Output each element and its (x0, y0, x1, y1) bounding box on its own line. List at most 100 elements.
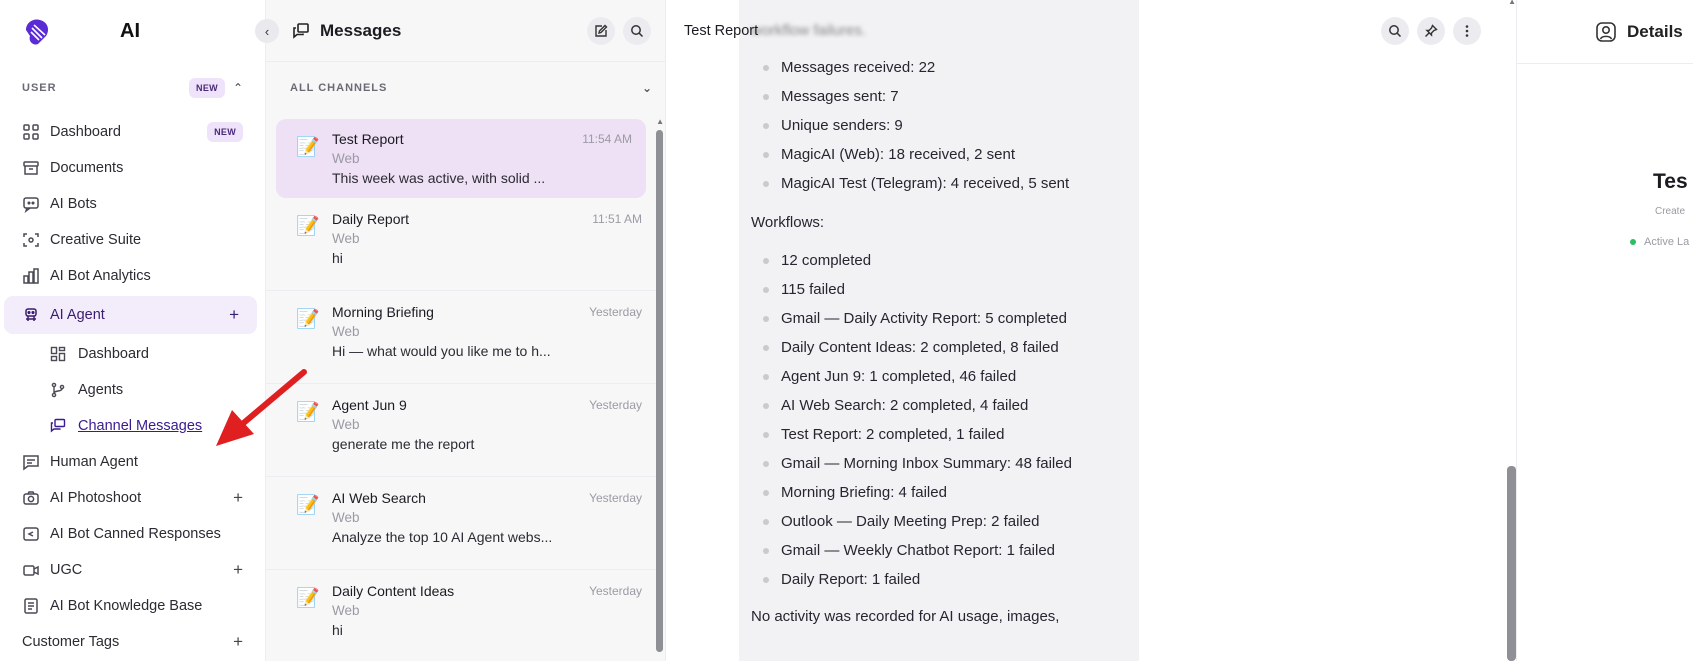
messages-icon (50, 418, 66, 433)
user-square-icon (1596, 21, 1616, 42)
status-dot-icon (1630, 239, 1636, 245)
pin-button[interactable] (1417, 17, 1445, 45)
video-icon (23, 565, 39, 576)
edit-icon (595, 24, 608, 37)
chevron-down-icon[interactable]: ⌄ (642, 81, 653, 95)
sidebar-item-label: AI Bots (50, 196, 97, 212)
subnav-item-label: Channel Messages (78, 418, 203, 434)
scan-image-icon (23, 233, 39, 247)
stats-list: Messages received: 22 Messages sent: 7 U… (751, 53, 1127, 198)
conversation-item[interactable]: 📝 Daily Report 11:51 AM Web hi (266, 198, 656, 291)
new-badge: NEW (189, 78, 225, 98)
compose-button[interactable] (587, 16, 615, 45)
memo-icon: 📝 (296, 588, 320, 609)
scroll-up-arrow-icon[interactable]: ▲ (656, 117, 664, 126)
sidebar-item-ai-bots[interactable]: AI Bots (0, 186, 265, 222)
search-conversation-button[interactable] (1381, 17, 1409, 45)
list-item: Test Report: 2 completed, 1 failed (751, 420, 1127, 449)
more-vertical-icon (1465, 25, 1469, 37)
subnav-item-label: Dashboard (78, 346, 149, 362)
conversation-source: Web (332, 231, 360, 246)
conversation-source: Web (332, 510, 360, 525)
list-item: Daily Content Ideas: 2 completed, 8 fail… (751, 333, 1127, 362)
sidebar: AI USER NEW ⌃ Dashboard NEW Documents AI… (0, 0, 266, 661)
camera-icon (23, 491, 39, 505)
brand-name: AI (120, 19, 140, 42)
app-window: AI USER NEW ⌃ Dashboard NEW Documents AI… (0, 0, 1693, 661)
sidebar-item-label: AI Bot Analytics (50, 268, 151, 284)
plus-icon[interactable]: + (233, 560, 243, 580)
details-panel: Details Tes Create Active La (1516, 0, 1693, 661)
status-text: Active La (1644, 236, 1690, 248)
conversation-preview: This week was active, with solid ... (332, 170, 546, 186)
plus-icon[interactable]: + (233, 488, 243, 508)
archive-icon (23, 161, 39, 175)
list-item: Messages sent: 7 (751, 82, 1127, 111)
section-title: USER (22, 82, 57, 94)
pin-icon (1425, 24, 1438, 37)
sidebar-item-label: Documents (50, 160, 124, 176)
messages-header: ‹ Messages (255, 0, 665, 62)
conversation-item[interactable]: 📝 Daily Content Ideas Yesterday Web hi (266, 570, 656, 661)
collapse-sidebar-button[interactable]: ‹ (255, 19, 279, 43)
sidebar-item-customer-tags[interactable]: Customer Tags + (0, 624, 265, 660)
book-icon (24, 598, 38, 614)
robot-icon (25, 308, 37, 321)
conversation-source: Web (332, 324, 360, 339)
conversation-preview: generate me the report (332, 436, 475, 452)
sidebar-item-label: AI Photoshoot (50, 490, 142, 506)
sidebar-item-ai-bot-analytics[interactable]: AI Bot Analytics (0, 258, 265, 294)
memo-icon: 📝 (296, 137, 320, 158)
subnav-item-label: Agents (78, 382, 124, 398)
sidebar-item-ai-bot-knowledge-base[interactable]: AI Bot Knowledge Base (0, 588, 265, 624)
sidebar-item-ai-bot-canned-responses[interactable]: AI Bot Canned Responses (0, 516, 265, 552)
conversation-scrollbar-thumb[interactable] (1507, 466, 1516, 661)
plus-icon[interactable]: + (229, 305, 239, 325)
details-name: Tes (1653, 170, 1688, 193)
section-header-user[interactable]: USER NEW ⌃ (0, 62, 265, 114)
plus-icon[interactable]: + (233, 632, 243, 652)
list-item: MagicAI (Web): 18 received, 2 sent (751, 140, 1127, 169)
list-item: 115 failed (751, 275, 1127, 304)
messages-icon (293, 22, 309, 39)
conversation-preview: hi (332, 250, 343, 266)
details-created: Create (1655, 206, 1686, 217)
sidebar-item-ai-agent[interactable]: AI Agent + (4, 296, 257, 334)
sidebar-item-dashboard[interactable]: Dashboard NEW (0, 114, 265, 150)
list-item: 12 completed (751, 246, 1127, 275)
details-title: Details (1627, 21, 1683, 41)
sidebar-item-ai-photoshoot[interactable]: AI Photoshoot + (0, 480, 265, 516)
conversation-item[interactable]: 📝 Test Report 11:54 AM Web This week was… (276, 119, 646, 198)
conversation-scrollbar[interactable] (656, 130, 663, 652)
logo-icon[interactable] (22, 16, 52, 46)
chevron-up-icon[interactable]: ⌃ (233, 81, 243, 95)
bar-chart-icon (23, 268, 39, 284)
search-icon (1389, 25, 1402, 38)
brand: AI (0, 0, 265, 62)
conversation-time: 11:54 AM (582, 132, 632, 146)
conversation-item[interactable]: 📝 AI Web Search Yesterday Web Analyze th… (266, 477, 656, 570)
list-item: Morning Briefing: 4 failed (751, 478, 1127, 507)
scrollbar-thumb[interactable] (656, 130, 663, 652)
chat-bot-icon (23, 197, 39, 213)
message-bubble: workflow failures. Messages received: 22… (739, 0, 1139, 661)
git-branch-icon (51, 382, 65, 398)
channels-filter[interactable]: ALL CHANNELS ⌄ (266, 62, 665, 114)
more-options-button[interactable] (1453, 17, 1481, 45)
sidebar-item-ugc[interactable]: UGC + (0, 552, 265, 588)
conversation-item[interactable]: 📝 Agent Jun 9 Yesterday Web generate me … (266, 384, 656, 477)
sidebar-item-documents[interactable]: Documents (0, 150, 265, 186)
search-messages-button[interactable] (623, 16, 651, 45)
red-arrow-annotation-icon (216, 369, 307, 446)
summary-text: No activity was recorded for AI usage, i… (751, 608, 1060, 625)
sidebar-item-creative-suite[interactable]: Creative Suite (0, 222, 265, 258)
subnav-item-dashboard[interactable]: Dashboard (0, 336, 265, 372)
conversation-title: Test Report (684, 23, 759, 39)
list-item: Agent Jun 9: 1 completed, 46 failed (751, 362, 1127, 391)
conversation-preview: hi (332, 622, 343, 638)
list-item: Unique senders: 9 (751, 111, 1127, 140)
messages-title: Messages (320, 20, 402, 40)
list-item: Gmail — Daily Activity Report: 5 complet… (751, 304, 1127, 333)
conversation-view: workflow failures. Messages received: 22… (666, 0, 1516, 661)
conversation-item[interactable]: 📝 Morning Briefing Yesterday Web Hi — wh… (266, 291, 656, 384)
